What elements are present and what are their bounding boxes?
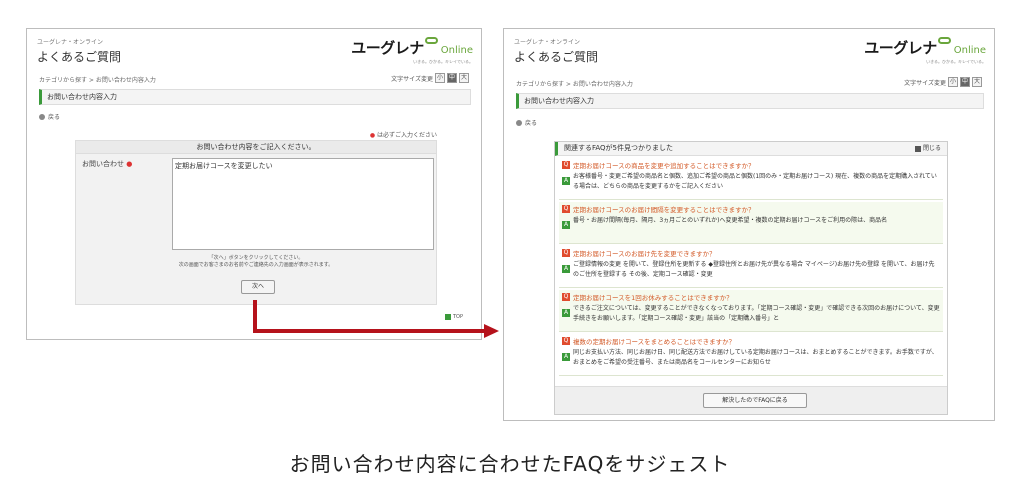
faq-question-text: 定期お届けコースのお届け先を変更できますか？ [573, 250, 716, 258]
answer-icon: A [562, 177, 570, 185]
form-note-line1: 「次へ」ボタンをクリックしてください。 [208, 255, 304, 261]
faq-answer-text: 番号・お届け間隔(毎月、隔月、3ヵ月ごとのいずれか)へ変更希望・複数の定期お届け… [573, 217, 888, 224]
faq-item[interactable]: Q 定期お届けコースのお届け間隔を変更することはできますか？ A 番号・お届け間隔(… [559, 202, 943, 244]
close-button[interactable]: 閉じる [914, 142, 941, 155]
infinity-icon [937, 37, 951, 44]
form-heading: お問い合わせ内容をご記入ください。 [76, 141, 436, 154]
site-subtitle: ユーグレナ・オンライン [514, 39, 581, 46]
faq-footer: 解決したのでFAQに戻る [555, 386, 947, 414]
breadcrumb[interactable]: カテゴリから探す > お問い合わせ内容入力 [516, 79, 633, 88]
font-size-small-button[interactable]: 小 [948, 77, 958, 87]
brand-logo[interactable]: ユーグレナ Online いきる。ひかる。キレイでいる。 [351, 37, 473, 65]
logo-online: Online [440, 45, 473, 56]
logo-text: ユーグレナ [864, 39, 937, 57]
question-icon: Q [562, 249, 570, 257]
faq-question-text: 複数の定期お届けコースをまとめることはできますか？ [573, 338, 736, 346]
flow-arrow-head [484, 324, 499, 338]
form-required-mark: ● [126, 160, 133, 168]
inquiry-form-screenshot: ユーグレナ・オンライン よくあるご質問 ユーグレナ Online いきる。ひかる。… [26, 28, 482, 340]
form-note: 「次へ」ボタンをクリックしてください。 次の画面でお客さまのお名前やご連絡先の入… [76, 255, 436, 269]
back-label: 戻る [48, 114, 61, 121]
faq-answer-text: 同じお支払い方法、同じお届け日、同じ配送方法でお届けしている定期お届けコースは、… [573, 349, 938, 366]
answer-icon: A [562, 353, 570, 361]
next-button[interactable]: 次へ [241, 280, 275, 294]
faq-item[interactable]: Q 定期お届けコースを1回お休みすることはできますか？ A できるご注文については、… [559, 290, 943, 332]
font-size-label: 文字サイズ変更 [904, 79, 946, 87]
font-size-control: 文字サイズ変更 小 中 大 [904, 77, 982, 87]
form-label-text: お問い合わせ [82, 160, 124, 168]
back-link[interactable]: 戻る [39, 112, 60, 121]
logo-online: Online [953, 45, 986, 56]
solved-back-button[interactable]: 解決したのでFAQに戻る [703, 393, 807, 408]
header: ユーグレナ・オンライン よくあるご質問 [514, 37, 598, 65]
faq-item[interactable]: Q 複数の定期お届けコースをまとめることはできますか？ A 同じお支払い方法、同じお… [559, 334, 943, 376]
faq-answer: A ご登録情報の変更 を開いて、登録住所を更新する ◆登録住所とお届け先が異なる場… [562, 260, 940, 280]
section-title-bar: お問い合わせ内容入力 [516, 93, 984, 109]
faq-question-text: 定期お届けコースの商品を変更や追加することはできますか？ [573, 162, 755, 170]
required-note: ● は必ずご入力ください [370, 130, 437, 139]
page-title: よくあるご質問 [37, 50, 122, 64]
faq-answer: A できるご注文については、変更することができなくなっております。「定期コース確認… [562, 304, 940, 324]
infinity-icon [424, 37, 438, 44]
faq-question[interactable]: Q 定期お届けコースのお届け間隔を変更することはできますか？ [562, 204, 940, 214]
brand-logo[interactable]: ユーグレナ Online いきる。ひかる。キレイでいる。 [864, 37, 986, 65]
question-icon: Q [562, 337, 570, 345]
required-mark: ● [369, 132, 376, 139]
faq-question-text: 定期お届けコースのお届け間隔を変更することはできますか？ [573, 206, 755, 214]
faq-question[interactable]: Q 定期お届けコースのお届け先を変更できますか？ [562, 248, 940, 258]
font-size-medium-button[interactable]: 中 [447, 73, 457, 83]
font-size-medium-button[interactable]: 中 [960, 77, 970, 87]
top-arrow-icon [445, 314, 451, 320]
breadcrumb[interactable]: カテゴリから探す > お問い合わせ内容入力 [39, 75, 156, 84]
logo-tagline: いきる。ひかる。キレイでいる。 [413, 59, 473, 64]
faq-question-text: 定期お届けコースを1回お休みすることはできますか？ [573, 294, 733, 302]
font-size-large-button[interactable]: 大 [459, 73, 469, 83]
back-arrow-icon [516, 119, 522, 126]
question-icon: Q [562, 293, 570, 301]
font-size-small-button[interactable]: 小 [435, 73, 445, 83]
section-title-bar: お問い合わせ内容入力 [39, 89, 471, 105]
faq-answer-text: お客様番号・変更ご希望の商品名と個数、追加ご希望の商品と個数(1回のみ・定期お届… [573, 173, 937, 190]
faq-question[interactable]: Q 複数の定期お届けコースをまとめることはできますか？ [562, 336, 940, 346]
faq-heading-text: 関連するFAQが5件見つかりました [564, 144, 674, 152]
faq-item[interactable]: Q 定期お届けコースのお届け先を変更できますか？ A ご登録情報の変更 を開いて、登… [559, 246, 943, 288]
faq-heading: 関連するFAQが5件見つかりました 閉じる [555, 142, 947, 156]
back-label: 戻る [525, 120, 538, 127]
caption: お問い合わせ内容に合わせたFAQをサジェスト [289, 452, 731, 476]
page-title: よくあるご質問 [514, 50, 599, 64]
faq-answer: A 同じお支払い方法、同じお届け日、同じ配送方法でお届けしている定期お届けコースは… [562, 348, 940, 368]
faq-answer: A お客様番号・変更ご希望の商品名と個数、追加ご希望の商品と個数(1回のみ・定期お… [562, 172, 940, 192]
back-link[interactable]: 戻る [516, 118, 537, 127]
form-label: お問い合わせ ● [82, 159, 132, 169]
form-note-line2: 次の画面でお客さまのお名前やご連絡先の入力画面が表示されます。 [178, 262, 334, 268]
faq-question[interactable]: Q 定期お届けコースの商品を変更や追加することはできますか？ [562, 160, 940, 170]
answer-icon: A [562, 265, 570, 273]
answer-icon: A [562, 221, 570, 229]
logo-tagline: いきる。ひかる。キレイでいる。 [926, 59, 986, 64]
faq-answer-text: できるご注文については、変更することができなくなっております。「定期コース確認・… [573, 305, 940, 322]
top-link-label: TOP [453, 314, 464, 320]
site-subtitle: ユーグレナ・オンライン [37, 39, 104, 46]
back-arrow-icon [39, 113, 45, 120]
top-link[interactable]: TOP [445, 314, 463, 320]
faq-suggestion-screenshot: ユーグレナ・オンライン よくあるご質問 ユーグレナ Online いきる。ひかる。… [503, 28, 995, 421]
faq-item[interactable]: Q 定期お届けコースの商品を変更や追加することはできますか？ A お客様番号・変更ご… [559, 158, 943, 200]
font-size-control: 文字サイズ変更 小 中 大 [391, 73, 469, 83]
inquiry-textarea[interactable]: 定期お届けコースを変更したい [172, 158, 434, 250]
font-size-large-button[interactable]: 大 [972, 77, 982, 87]
faq-panel: 関連するFAQが5件見つかりました 閉じる Q 定期お届けコースの商品を変更や追加… [554, 141, 948, 415]
close-label: 閉じる [922, 145, 941, 152]
close-icon [914, 145, 921, 152]
faq-answer: A 番号・お届け間隔(毎月、隔月、3ヵ月ごとのいずれか)へ変更希望・複数の定期お届… [562, 216, 940, 236]
question-icon: Q [562, 205, 570, 213]
faq-question[interactable]: Q 定期お届けコースを1回お休みすることはできますか？ [562, 292, 940, 302]
font-size-label: 文字サイズ変更 [391, 75, 433, 83]
inquiry-form: お問い合わせ内容をご記入ください。 お問い合わせ ● 定期お届けコースを変更した… [75, 140, 437, 305]
required-note-text: は必ずご入力ください [376, 132, 437, 139]
answer-icon: A [562, 309, 570, 317]
logo-text: ユーグレナ [351, 39, 424, 57]
faq-answer-text: ご登録情報の変更 を開いて、登録住所を更新する ◆登録住所とお届け先が異なる場合… [573, 261, 935, 278]
header: ユーグレナ・オンライン よくあるご質問 [37, 37, 121, 65]
question-icon: Q [562, 161, 570, 169]
